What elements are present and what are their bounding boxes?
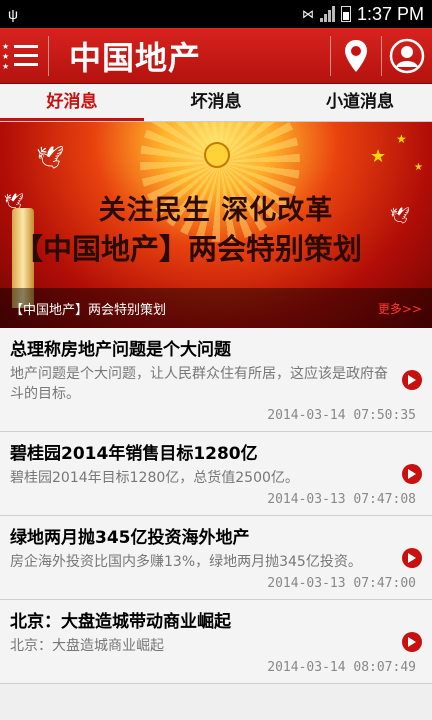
usb-icon: ψ [8,6,18,22]
banner-headline: 关注民生 深化改革 [98,195,334,226]
location-pin-icon [345,39,367,72]
banner-caption: 【中国地产】两会特别策划 [10,302,167,318]
more-link[interactable]: 更多>> [378,300,422,317]
user-avatar-icon [389,38,425,73]
tab-good-news[interactable]: 好消息 [0,84,144,121]
news-title: 碧桂园2014年销售目标1280亿 [10,444,258,464]
app-title: 中国地产 [69,38,202,77]
arrow-right-icon[interactable] [402,631,422,652]
news-summary: 地产问题是个大问题，让人民群众住有所居，这应该是政府奋斗的目标。 [10,366,388,402]
tab-rumors[interactable]: 小道消息 [288,84,432,121]
news-item[interactable]: 绿地两月抛345亿投资海外地产 房企海外投资比国内多赚13%，绿地两月抛345亿… [0,516,432,600]
news-list: 总理称房地产问题是个大问题 地产问题是个大问题，让人民群众住有所居，这应该是政府… [0,328,432,684]
hamburger-icon [14,44,38,72]
news-time: 2014-03-13 07:47:08 [267,492,416,507]
tab-bad-news[interactable]: 坏消息 [144,84,288,121]
wifi-off-icon: ⋈ [301,7,314,21]
menu-button[interactable]: ★ ★ ★ [0,28,48,84]
news-time: 2014-03-14 08:07:49 [267,660,416,675]
arrow-right-icon[interactable] [402,369,422,390]
news-time: 2014-03-13 07:47:00 [267,576,416,591]
star-icon: ★ [396,132,407,146]
clock: 1:37 PM [356,3,424,24]
news-summary: 北京：大盘造城商业崛起 [10,638,164,654]
news-time: 2014-03-14 07:50:35 [267,408,416,423]
news-summary: 房企海外投资比国内多赚13%，绿地两月抛345亿投资。 [10,554,362,570]
arrow-right-icon[interactable] [402,547,422,568]
stars-icon: ★ ★ ★ [2,41,10,71]
star-icon: ★ [414,162,423,173]
featured-banner[interactable]: ★ ★ ★ 🕊 🕊 🕊 关注民生 深化改革 【中国地产】两会特别策划 【中国地产… [0,122,432,328]
tab-bar: 好消息 坏消息 小道消息 [0,84,432,122]
status-bar: ψ ⋈ 1:37 PM [0,0,432,28]
banner-subheadline: 【中国地产】两会特别策划 [14,232,363,266]
news-summary: 碧桂园2014年目标1280亿，总货值2500亿。 [10,470,299,486]
news-title: 总理称房地产问题是个大问题 [10,340,231,360]
battery-icon [340,6,351,22]
arrow-right-icon[interactable] [402,463,422,484]
national-emblem-icon [204,142,230,168]
news-item[interactable]: 碧桂园2014年销售目标1280亿 碧桂园2014年目标1280亿，总货值250… [0,432,432,516]
news-title: 绿地两月抛345亿投资海外地产 [10,528,250,548]
app-bar: ★ ★ ★ 中国地产 [0,28,432,84]
banner-caption-bar: 【中国地产】两会特别策划 更多>> [0,288,432,328]
profile-button[interactable] [382,28,432,84]
dove-icon: 🕊 [36,146,64,171]
news-title: 北京：大盘造城带动商业崛起 [10,612,231,632]
location-button[interactable] [331,28,381,84]
news-item[interactable]: 总理称房地产问题是个大问题 地产问题是个大问题，让人民群众住有所居，这应该是政府… [0,328,432,432]
signal-icon [319,6,335,22]
news-item[interactable]: 北京：大盘造城带动商业崛起 北京：大盘造城商业崛起 2014-03-14 08:… [0,600,432,684]
star-icon: ★ [370,146,387,167]
